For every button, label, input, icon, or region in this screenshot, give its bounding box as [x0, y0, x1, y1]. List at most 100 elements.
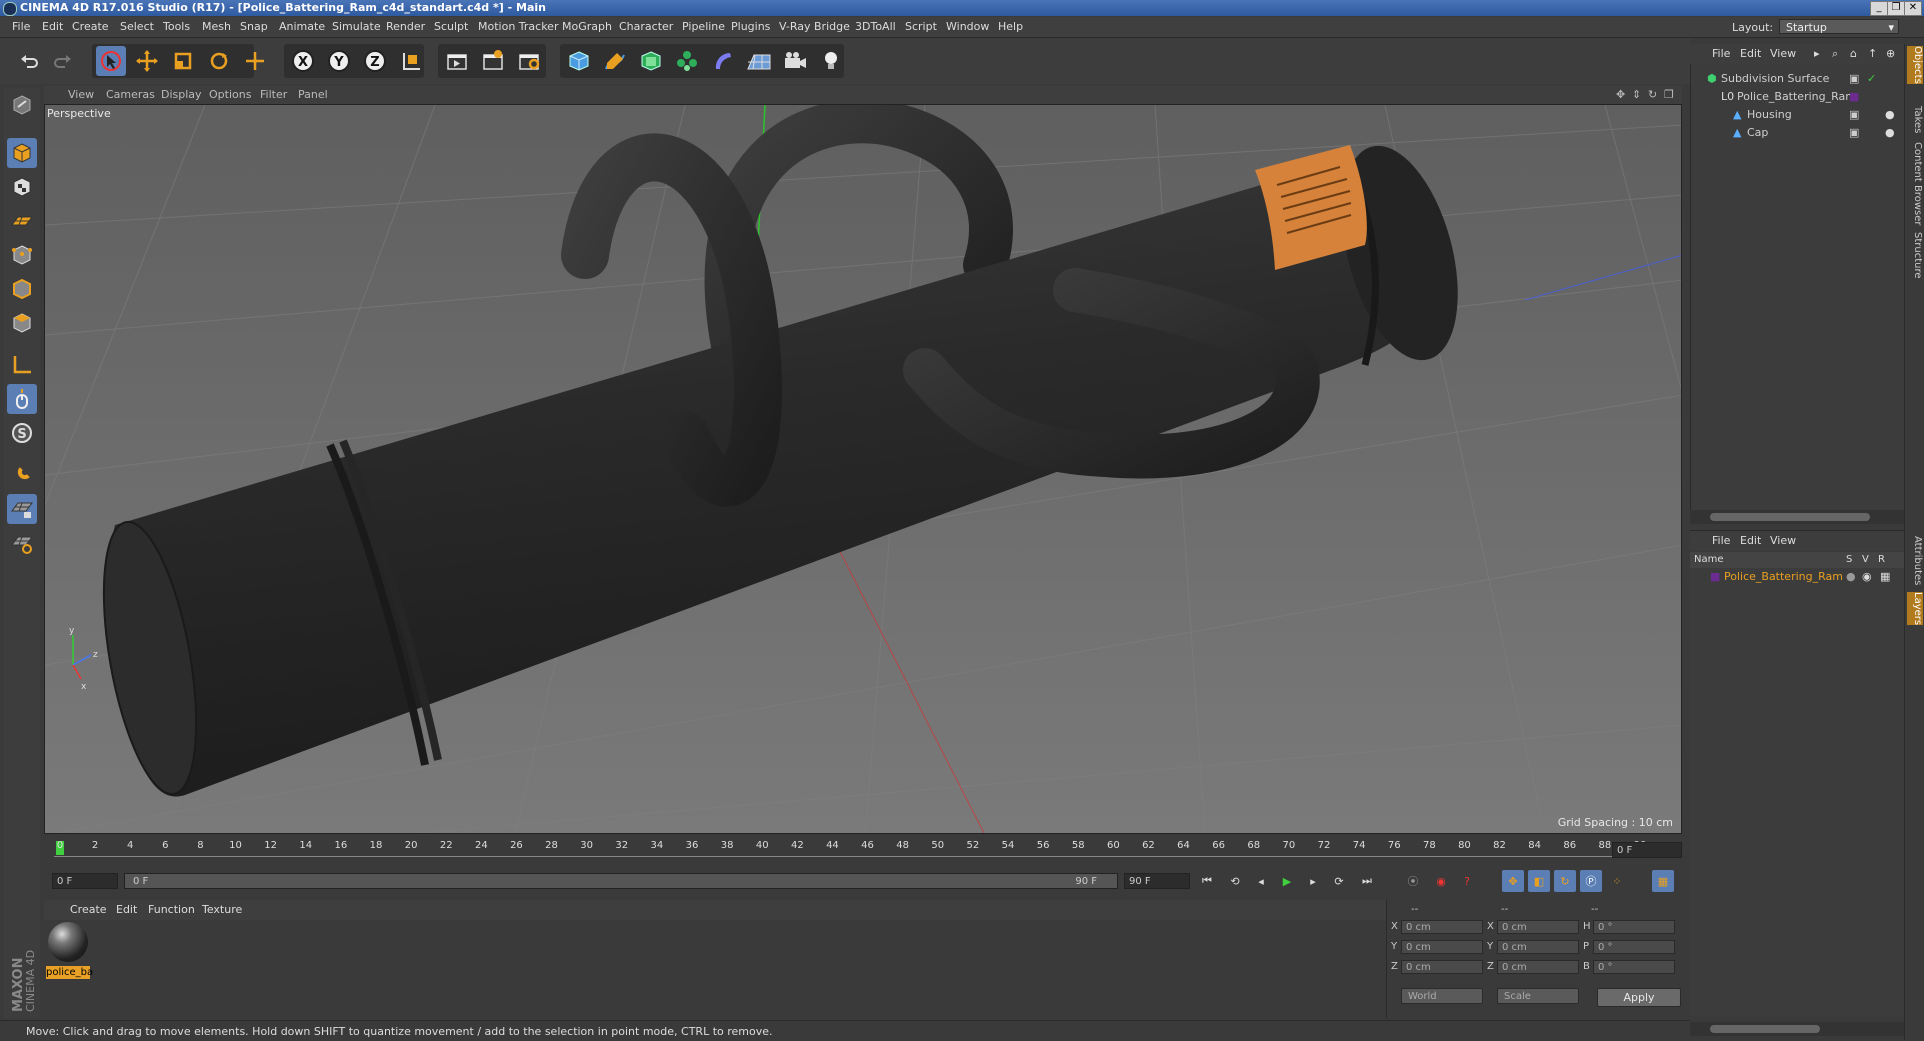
- subdivision-nurbs-icon[interactable]: [636, 46, 666, 76]
- prev-key-icon[interactable]: ⟲: [1224, 870, 1246, 892]
- model-mode-icon[interactable]: [7, 138, 37, 168]
- polygons-mode-icon[interactable]: [7, 308, 37, 338]
- timeline-icon[interactable]: ▦: [1652, 870, 1674, 892]
- undo-icon[interactable]: [14, 46, 44, 76]
- grid-lock-icon[interactable]: [7, 494, 37, 524]
- tab-takes[interactable]: Takes: [1907, 106, 1923, 133]
- key-position-icon[interactable]: ✥: [1502, 870, 1524, 892]
- timeline-ruler[interactable]: 0 2 4 6 8 10 12 14 16 18 20 22 24 26 28 30 32 34 36 38 40 42 4…: [44, 838, 1682, 864]
- edit-toggle-icon[interactable]: ▣: [1849, 124, 1859, 142]
- render-toggle-icon[interactable]: ▦: [1880, 568, 1890, 586]
- workplane-icon[interactable]: [7, 206, 37, 236]
- tab-structure[interactable]: Structure: [1907, 232, 1923, 279]
- redo-icon[interactable]: [48, 46, 78, 76]
- object-row[interactable]: ▲ Cap ▣ ●: [1691, 124, 1905, 142]
- menu-edit[interactable]: Edit: [42, 20, 63, 33]
- menu-plugins[interactable]: Plugins: [731, 20, 770, 33]
- menu-render[interactable]: Render: [386, 20, 425, 33]
- coord-rot-b-field[interactable]: 0 °: [1593, 960, 1675, 974]
- menu-motion-tracker[interactable]: Motion Tracker: [478, 20, 558, 33]
- maximize-view-icon[interactable]: ❐: [1664, 88, 1674, 101]
- tab-layers[interactable]: Layers: [1907, 592, 1923, 626]
- floor-icon[interactable]: [744, 46, 774, 76]
- rotate-icon[interactable]: [204, 46, 234, 76]
- menu-tools[interactable]: Tools: [163, 20, 190, 33]
- go-to-start-icon[interactable]: ⏮: [1196, 870, 1218, 892]
- object-manager-scrollbar[interactable]: [1690, 510, 1904, 524]
- up-arrow-icon[interactable]: ↑: [1868, 47, 1877, 60]
- next-frame-icon[interactable]: ▸: [1302, 870, 1324, 892]
- tab-attributes[interactable]: Attributes: [1907, 536, 1923, 585]
- coord-pos-y-field[interactable]: 0 cm: [1401, 940, 1483, 954]
- restore-icon[interactable]: ❐: [1887, 1, 1905, 16]
- coord-rot-p-field[interactable]: 0 °: [1593, 940, 1675, 954]
- material-menu-create[interactable]: Create: [70, 903, 107, 916]
- object-menu-view[interactable]: View: [1770, 47, 1796, 60]
- deformer-icon[interactable]: [708, 46, 738, 76]
- pan-icon[interactable]: ✥: [1616, 88, 1625, 101]
- material-menu-texture[interactable]: Texture: [202, 903, 242, 916]
- minimize-icon[interactable]: _: [1870, 1, 1888, 16]
- render-view-icon[interactable]: [442, 46, 472, 76]
- menu-simulate[interactable]: Simulate: [332, 20, 381, 33]
- layer-menu-view[interactable]: View: [1770, 534, 1796, 547]
- menu-create[interactable]: Create: [72, 20, 109, 33]
- viewport-menu-filter[interactable]: Filter: [260, 88, 287, 101]
- coord-pos-z-field[interactable]: 0 cm: [1401, 960, 1483, 974]
- material-menu-function[interactable]: Function: [148, 903, 195, 916]
- menu-sculpt[interactable]: Sculpt: [434, 20, 468, 33]
- next-key-icon[interactable]: ⟳: [1328, 870, 1350, 892]
- menu-mesh[interactable]: Mesh: [202, 20, 231, 33]
- viewport-menu-view[interactable]: View: [68, 88, 94, 101]
- menu-file[interactable]: File: [12, 20, 30, 33]
- home-icon[interactable]: ⌂: [1850, 47, 1857, 60]
- apply-button[interactable]: Apply: [1597, 988, 1681, 1007]
- tweak-mode-icon[interactable]: [7, 384, 37, 414]
- material-tag-icon[interactable]: ●: [1885, 106, 1895, 124]
- start-frame-field[interactable]: 0 F: [52, 873, 118, 889]
- coord-size-y-field[interactable]: 0 cm: [1497, 940, 1579, 954]
- object-row[interactable]: ⬢ Subdivision Surface ▣ ✓: [1691, 70, 1905, 88]
- material-preview-sphere[interactable]: [48, 922, 88, 962]
- coord-size-z-field[interactable]: 0 cm: [1497, 960, 1579, 974]
- coord-space-dropdown[interactable]: World: [1401, 988, 1483, 1004]
- cloner-icon[interactable]: [672, 46, 702, 76]
- prev-frame-icon[interactable]: ◂: [1250, 870, 1272, 892]
- layer-manager-scrollbar[interactable]: [1690, 1022, 1904, 1036]
- object-menu-file[interactable]: File: [1712, 47, 1730, 60]
- coord-mode-dropdown[interactable]: Scale: [1497, 988, 1579, 1004]
- y-axis-icon[interactable]: Y: [324, 46, 354, 76]
- material-name-label[interactable]: police_ba: [46, 966, 93, 979]
- coord-rot-h-field[interactable]: 0 °: [1593, 920, 1675, 934]
- solo-toggle-icon[interactable]: ●: [1846, 568, 1856, 586]
- autokey-icon[interactable]: ◉: [1430, 870, 1452, 892]
- menu-pipeline[interactable]: Pipeline: [682, 20, 725, 33]
- edit-toggle-icon[interactable]: ▣: [1849, 70, 1859, 88]
- viewport-menu-options[interactable]: Options: [209, 88, 251, 101]
- frame-range-slider[interactable]: 0 F 90 F: [124, 873, 1118, 889]
- menu-character[interactable]: Character: [619, 20, 673, 33]
- key-param-icon[interactable]: Ⓟ: [1580, 870, 1602, 892]
- select-cursor-icon[interactable]: [96, 46, 126, 76]
- live-selection-icon[interactable]: [240, 46, 270, 76]
- layer-color-swatch[interactable]: ■: [1710, 568, 1720, 586]
- solo-mode-icon[interactable]: S: [7, 418, 37, 448]
- keyframe-selection-icon[interactable]: ?: [1456, 870, 1478, 892]
- light-icon[interactable]: [816, 46, 846, 76]
- scale-icon[interactable]: [168, 46, 198, 76]
- points-mode-icon[interactable]: [7, 240, 37, 270]
- key-pla-icon[interactable]: ⁘: [1606, 870, 1628, 892]
- search-icon[interactable]: ⌕: [1832, 47, 1838, 61]
- render-settings-icon[interactable]: [514, 46, 544, 76]
- play-icon[interactable]: ▶: [1276, 870, 1298, 892]
- axis-mode-icon[interactable]: [7, 350, 37, 380]
- viewport-menu-panel[interactable]: Panel: [298, 88, 328, 101]
- dolly-icon[interactable]: ⇕: [1632, 88, 1641, 101]
- menu-3dtoall[interactable]: 3DToAll: [855, 20, 896, 33]
- menu-help[interactable]: Help: [998, 20, 1023, 33]
- layer-menu-file[interactable]: File: [1712, 534, 1730, 547]
- camera-icon[interactable]: [780, 46, 810, 76]
- object-row[interactable]: ▲ Housing ▣ ●: [1691, 106, 1905, 124]
- material-menu-edit[interactable]: Edit: [116, 903, 137, 916]
- layout-dropdown[interactable]: Startup ▾: [1779, 19, 1899, 34]
